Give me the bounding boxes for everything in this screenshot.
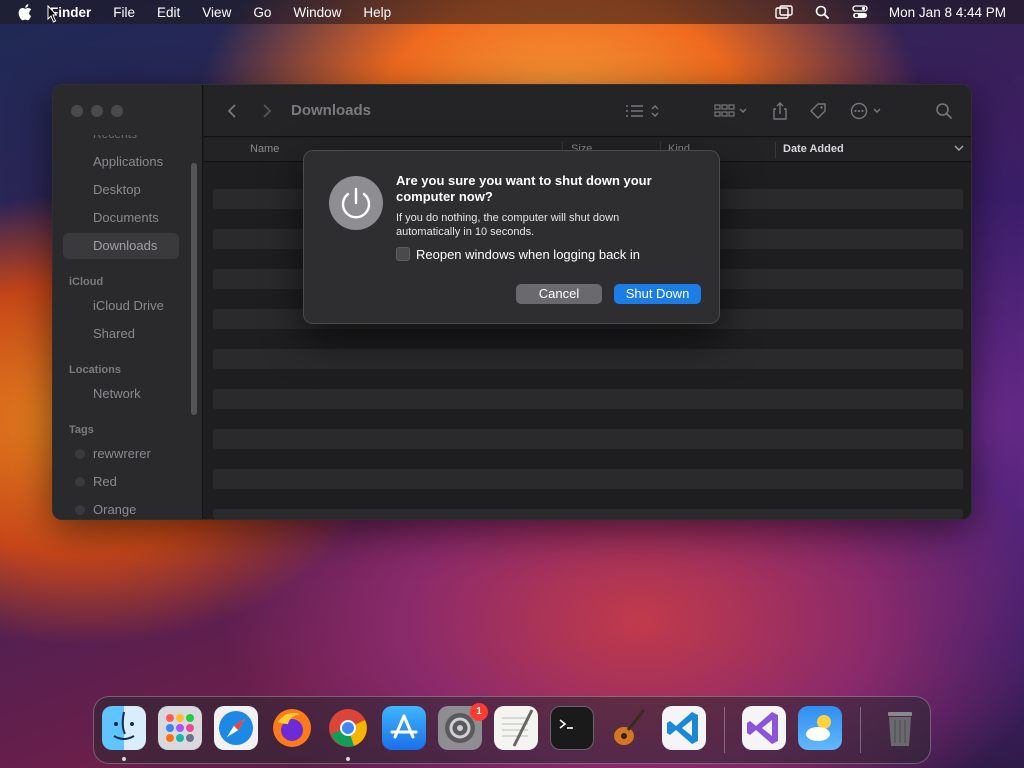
group-by-icon[interactable] (712, 101, 752, 121)
table-row[interactable] (213, 509, 963, 519)
list-view-icon[interactable] (624, 101, 662, 121)
tag-color-dot (75, 449, 85, 459)
forward-icon[interactable] (257, 101, 277, 121)
mouse-cursor-icon (47, 5, 57, 23)
finder-toolbar: Downloads (204, 85, 971, 137)
sidebar-item-icloud-drive[interactable]: iCloud Drive (93, 298, 164, 313)
dock-vscode-icon[interactable] (662, 706, 706, 750)
close-window-button[interactable] (71, 105, 83, 117)
tag-color-dot (75, 477, 85, 487)
dock-visual-studio-icon[interactable] (742, 706, 786, 750)
sidebar-tag-rewwrerer[interactable]: rewwrerer (93, 446, 151, 461)
notification-badge: 1 (470, 703, 488, 721)
running-indicator (122, 757, 126, 761)
table-row[interactable] (213, 349, 963, 369)
sidebar-item-recents[interactable]: Recents (93, 135, 137, 141)
dock-trash-icon[interactable] (878, 706, 922, 750)
control-center-icon[interactable] (851, 4, 869, 20)
window-controls (71, 105, 123, 117)
menu-file[interactable]: File (113, 5, 135, 20)
screen-mirroring-icon[interactable] (775, 4, 793, 20)
tag-color-dot (75, 505, 85, 515)
minimize-window-button[interactable] (91, 105, 103, 117)
table-row[interactable] (213, 429, 963, 449)
sort-chevron-icon[interactable] (954, 143, 964, 156)
dock-weather-icon[interactable] (798, 706, 842, 750)
window-title: Downloads (291, 102, 372, 119)
sidebar-item-applications[interactable]: Applications (93, 154, 163, 169)
dock-finder-icon[interactable] (102, 706, 146, 750)
dock-textedit-icon[interactable] (494, 706, 538, 750)
dock-chrome-icon[interactable] (326, 706, 370, 750)
reopen-windows-checkbox[interactable] (396, 247, 410, 261)
running-indicator (346, 757, 350, 761)
dock-safari-icon[interactable] (214, 706, 258, 750)
cancel-button[interactable]: Cancel (516, 284, 602, 304)
apple-menu-icon[interactable] (18, 3, 36, 21)
power-icon (329, 176, 383, 230)
more-actions-icon[interactable] (850, 101, 886, 121)
sidebar-item-downloads[interactable]: Downloads (93, 238, 157, 253)
zoom-window-button[interactable] (111, 105, 123, 117)
finder-sidebar: Recents Applications Desktop Documents D… (53, 85, 203, 519)
dialog-title: Are you sure you want to shut down your … (396, 173, 652, 204)
sidebar-tag-orange[interactable]: Orange (93, 502, 136, 517)
menu-edit[interactable]: Edit (157, 5, 180, 20)
menu-help[interactable]: Help (363, 5, 391, 20)
column-date-added[interactable]: Date Added (783, 143, 844, 155)
sidebar-item-desktop[interactable]: Desktop (93, 182, 141, 197)
dock-app-store-icon[interactable] (382, 706, 426, 750)
column-separator[interactable] (775, 142, 776, 158)
search-icon[interactable] (934, 101, 954, 121)
menu-clock[interactable]: Mon Jan 8 4:44 PM (889, 5, 1006, 20)
dock: 1 (93, 696, 931, 764)
spotlight-search-icon[interactable] (813, 4, 831, 20)
menu-view[interactable]: View (202, 5, 231, 20)
dock-separator (724, 707, 725, 753)
dock-separator (860, 707, 861, 753)
sidebar-item-network[interactable]: Network (93, 386, 141, 401)
shut-down-button[interactable]: Shut Down (614, 284, 701, 304)
table-row[interactable] (213, 389, 963, 409)
menu-extras: Mon Jan 8 4:44 PM (775, 0, 1006, 24)
sidebar-section-tags: Tags (69, 424, 94, 436)
table-row[interactable] (213, 469, 963, 489)
share-icon[interactable] (770, 101, 790, 121)
sidebar-section-icloud: iCloud (69, 276, 104, 288)
menu-window[interactable]: Window (293, 5, 341, 20)
back-icon[interactable] (222, 101, 242, 121)
sidebar-item-shared[interactable]: Shared (93, 326, 135, 341)
dock-terminal-icon[interactable] (550, 706, 594, 750)
dock-firefox-icon[interactable] (270, 706, 314, 750)
dialog-message: If you do nothing, the computer will shu… (396, 212, 620, 238)
column-name[interactable]: Name (250, 143, 279, 155)
sidebar-scrollbar[interactable] (191, 163, 197, 415)
shutdown-dialog: Are you sure you want to shut down your … (303, 150, 720, 324)
reopen-windows-label[interactable]: Reopen windows when logging back in (416, 247, 640, 262)
sidebar-item-documents[interactable]: Documents (93, 210, 159, 225)
menu-go[interactable]: Go (253, 5, 271, 20)
sidebar-section-locations: Locations (69, 364, 121, 376)
dock-garageband-icon[interactable] (606, 706, 650, 750)
sidebar-tag-red[interactable]: Red (93, 474, 117, 489)
menu-bar: Finder File Edit View Go Window Help Mon… (0, 0, 1024, 24)
dock-launchpad-icon[interactable] (158, 706, 202, 750)
tag-icon[interactable] (808, 101, 828, 121)
